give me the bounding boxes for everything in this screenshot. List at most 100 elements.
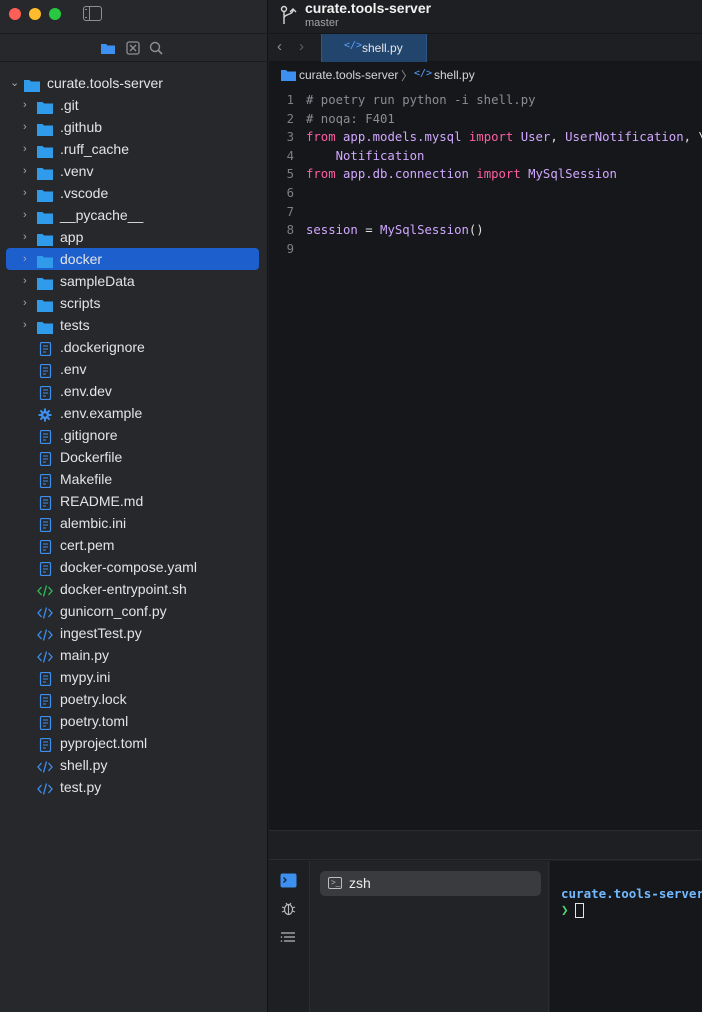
code-line[interactable]: 5 from app.db.connection import MySqlSess…: [269, 165, 702, 184]
tree-item-label: __pycache__: [60, 207, 144, 223]
tree-root-project[interactable]: ⌄ curate.tools-server: [0, 72, 268, 94]
tree-item-label: .env.example: [60, 405, 143, 421]
tree-item-ruff-cache[interactable]: › .ruff_cache: [0, 138, 268, 160]
chevron-right-icon[interactable]: ›: [23, 182, 33, 204]
breadcrumb-separator-icon: 〉: [401, 69, 414, 83]
minimize-window-button[interactable]: [29, 8, 41, 20]
code-line[interactable]: 1 # poetry run python -i shell.py: [269, 91, 702, 110]
tree-item-gunicorn-conf-py[interactable]: gunicorn_conf.py: [0, 600, 268, 622]
tree-item-test-py[interactable]: test.py: [0, 776, 268, 798]
tree-item-shell-py[interactable]: shell.py: [0, 754, 268, 776]
folder-icon: [37, 186, 53, 202]
terminal-prompt-symbol: ❯: [561, 902, 569, 917]
tree-item-gitignore[interactable]: .gitignore: [0, 424, 268, 446]
tree-item-label: .github: [60, 119, 103, 135]
tree-item-vscode[interactable]: › .vscode: [0, 182, 268, 204]
code-line[interactable]: 2 # noqa: F401: [269, 110, 702, 129]
terminal-session-zsh[interactable]: >_ zsh: [320, 871, 541, 896]
tree-item-env-example[interactable]: .env.example: [0, 402, 268, 424]
tree-item-venv[interactable]: › .venv: [0, 160, 268, 182]
tree-item-dockerignore[interactable]: .dockerignore: [0, 336, 268, 358]
tree-item-env-dev[interactable]: .env.dev: [0, 380, 268, 402]
tree-item-mypy-ini[interactable]: mypy.ini: [0, 666, 268, 688]
breadcrumb-file[interactable]: shell.py: [434, 68, 475, 82]
gear-icon: [37, 406, 53, 422]
chevron-right-icon[interactable]: ›: [23, 226, 33, 248]
terminal-output[interactable]: curate.tools-server ❯: [550, 861, 702, 1012]
breadcrumb-project[interactable]: curate.tools-server: [299, 68, 398, 82]
tree-item-poetry-lock[interactable]: poetry.lock: [0, 688, 268, 710]
chevron-right-icon[interactable]: ›: [23, 314, 33, 336]
chevron-right-icon[interactable]: ›: [23, 248, 33, 270]
tree-item-alembic-ini[interactable]: alembic.ini: [0, 512, 268, 534]
tree-item-docker-entrypoint-sh[interactable]: docker-entrypoint.sh: [0, 578, 268, 600]
project-header[interactable]: curate.tools-server master: [269, 0, 702, 33]
line-number: 6: [286, 185, 294, 200]
tree-item-cert-pem[interactable]: cert.pem: [0, 534, 268, 556]
close-window-button[interactable]: [9, 8, 21, 20]
tree-item-label: .vscode: [60, 185, 109, 201]
document-icon: [37, 516, 53, 533]
tree-item-docker-compose-yaml[interactable]: docker-compose.yaml: [0, 556, 268, 578]
code-editor[interactable]: 1 # poetry run python -i shell.py 2 # noqa:…: [269, 91, 702, 258]
tree-item-label: ingestTest.py: [60, 625, 142, 641]
bottom-panel: >_ zsh curate.tools-server ❯: [269, 830, 702, 1012]
code-token: =: [357, 223, 381, 238]
code-file-icon: [37, 780, 53, 795]
tree-item-docker[interactable]: › docker: [6, 248, 259, 270]
tree-item-label: gunicorn_conf.py: [60, 603, 167, 619]
zoom-window-button[interactable]: [49, 8, 61, 20]
project-name: curate.tools-server: [305, 0, 432, 16]
code-line[interactable]: 6: [269, 184, 702, 203]
tree-item-label: mypy.ini: [60, 669, 111, 685]
tree-item-main-py[interactable]: main.py: [0, 644, 268, 666]
code-line[interactable]: 4 Notification: [269, 147, 702, 166]
tree-item-pycache[interactable]: › __pycache__: [0, 204, 268, 226]
chevron-right-icon[interactable]: ›: [23, 270, 33, 292]
chevron-left-icon[interactable]: ‹: [277, 38, 282, 55]
tree-item-label: shell.py: [60, 757, 108, 773]
chevron-right-icon[interactable]: ›: [23, 138, 33, 160]
chevron-right-icon[interactable]: ›: [23, 160, 33, 182]
chevron-right-icon[interactable]: ›: [23, 292, 33, 314]
chevron-down-icon[interactable]: ⌄: [10, 72, 20, 94]
tree-item-dockerfile[interactable]: Dockerfile: [0, 446, 268, 468]
terminal-icon[interactable]: [280, 873, 297, 888]
tree-item-scripts[interactable]: › scripts: [0, 292, 268, 314]
tree-item-poetry-toml[interactable]: poetry.toml: [0, 710, 268, 732]
chevron-right-icon[interactable]: ›: [23, 94, 33, 116]
terminal-session-icon: >_: [328, 877, 342, 889]
document-icon: [37, 472, 53, 489]
chevron-right-icon[interactable]: ›: [299, 38, 304, 55]
tree-item-sampledata[interactable]: › sampleData: [0, 270, 268, 292]
tree-item-makefile[interactable]: Makefile: [0, 468, 268, 490]
tree-item-label: .env: [60, 361, 87, 377]
folder-icon[interactable]: [100, 40, 116, 56]
code-line[interactable]: 7: [269, 203, 702, 222]
chevron-right-icon[interactable]: ›: [23, 204, 33, 226]
tree-item-label: docker-compose.yaml: [60, 559, 197, 575]
bug-icon[interactable]: [280, 901, 297, 916]
tree-item-env[interactable]: .env: [0, 358, 268, 380]
breadcrumb: curate.tools-server 〉 </> shell.py: [269, 63, 702, 87]
code-token: Notification: [306, 148, 425, 163]
code-line[interactable]: 8 session = MySqlSession(): [269, 221, 702, 240]
code-line[interactable]: 9: [269, 240, 702, 259]
sidebar-toggle-icon[interactable]: [83, 6, 102, 21]
branch-icon: [280, 5, 297, 24]
tree-item-ingesttest-py[interactable]: ingestTest.py: [0, 622, 268, 644]
tab-shell-py[interactable]: </> shell.py: [321, 34, 427, 62]
list-icon[interactable]: [280, 930, 297, 945]
tree-item-tests[interactable]: › tests: [0, 314, 268, 336]
tree-item-pyproject-toml[interactable]: pyproject.toml: [0, 732, 268, 754]
search-icon[interactable]: [148, 40, 164, 56]
code-token: User: [513, 130, 551, 145]
source-control-icon[interactable]: [125, 40, 141, 56]
document-icon: [37, 736, 53, 753]
chevron-right-icon[interactable]: ›: [23, 116, 33, 138]
tree-item-github[interactable]: › .github: [0, 116, 268, 138]
code-line[interactable]: 3 from app.models.mysql import User, User…: [269, 128, 702, 147]
tree-item-readme-md[interactable]: README.md: [0, 490, 268, 512]
tree-item-git[interactable]: › .git: [0, 94, 268, 116]
tree-item-app[interactable]: › app: [0, 226, 268, 248]
